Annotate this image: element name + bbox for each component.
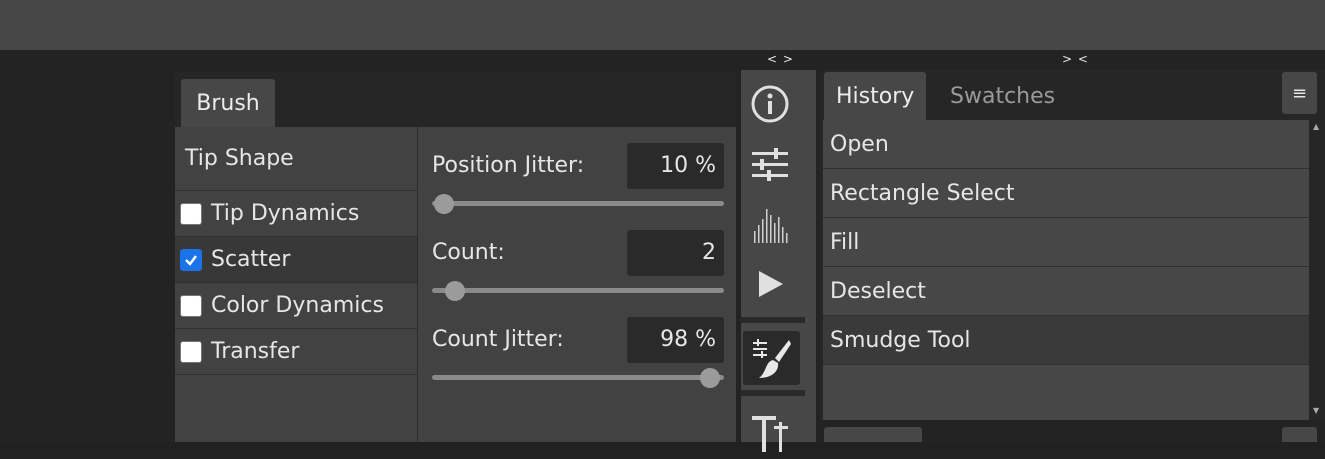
scatter-settings: Position Jitter: 10 % Count: 2 Count Jit… [419,127,736,442]
section-tip-dynamics[interactable]: Tip Dynamics [175,191,417,237]
count-slider[interactable] [432,280,724,301]
slider-thumb[interactable] [700,368,721,388]
brush-settings-icon[interactable] [743,331,800,385]
section-label: Transfer [211,339,300,364]
slider-track [432,201,724,206]
lower-panel-menu-button[interactable] [1282,427,1317,442]
section-tip-shape[interactable]: Tip Shape [175,127,417,191]
brush-section-list: Tip Shape Tip Dynamics Scatter Color Dyn… [175,127,418,442]
transfer-checkbox[interactable] [180,340,202,363]
slider-thumb[interactable] [445,281,466,301]
count-jitter-slider[interactable] [432,367,724,388]
section-scatter[interactable]: Scatter [175,237,417,283]
histogram-icon[interactable] [741,197,798,251]
strip-divider [741,390,805,396]
type-icon[interactable] [741,405,798,459]
history-item-deselect[interactable]: Deselect [823,267,1309,316]
info-icon[interactable] [741,77,798,131]
count-row: Count: 2 [432,230,724,276]
slider-thumb[interactable] [433,194,454,214]
adjustments-icon[interactable] [741,137,798,191]
section-label: Tip Shape [185,146,294,171]
position-jitter-label: Position Jitter: [432,153,585,178]
count-input[interactable]: 2 [627,230,724,276]
position-jitter-row: Position Jitter: 10 % [432,143,724,189]
count-label: Count: [432,240,505,265]
position-jitter-input[interactable]: 10 % [627,143,724,189]
slider-track [432,288,724,293]
color-dynamics-checkbox[interactable] [180,294,202,317]
history-item-rectangle-select[interactable]: Rectangle Select [823,169,1309,218]
tip-dynamics-checkbox[interactable] [180,202,202,225]
history-list: Open Rectangle Select Fill Deselect Smud… [823,120,1309,420]
tab-history[interactable]: History [824,72,927,120]
history-item-smudge-tool[interactable]: Smudge Tool [823,316,1309,365]
count-jitter-input[interactable]: 98 % [627,317,724,363]
collapse-left-arrow[interactable]: < > [767,52,794,66]
section-transfer[interactable]: Transfer [175,329,417,375]
tab-swatches[interactable]: Swatches [938,72,1067,120]
section-label: Color Dynamics [211,293,384,318]
collapse-right-arrow[interactable]: > < [1062,52,1089,66]
tab-brush[interactable]: Brush [181,79,275,128]
section-color-dynamics[interactable]: Color Dynamics [175,283,417,329]
panel-icon-strip [741,70,816,452]
strip-divider [741,317,805,323]
lower-panel-tab[interactable] [824,427,922,442]
play-icon[interactable] [741,257,798,311]
count-jitter-label: Count Jitter: [432,327,564,352]
scatter-checkbox[interactable] [180,248,202,271]
panel-menu-button[interactable]: ≡ [1282,72,1317,114]
history-item-fill[interactable]: Fill [823,218,1309,267]
slider-track [432,375,724,380]
count-jitter-row: Count Jitter: 98 % [432,317,724,363]
section-label: Scatter [211,247,291,272]
section-label: Tip Dynamics [211,201,360,226]
top-menu-bar [0,0,1325,50]
scroll-up-icon[interactable]: ▲ [1313,122,1319,131]
position-jitter-slider[interactable] [432,193,724,214]
history-scrollbar[interactable]: ▲ ▼ [1310,120,1325,420]
history-item-open[interactable]: Open [823,120,1309,169]
scroll-down-icon[interactable]: ▼ [1313,406,1319,415]
